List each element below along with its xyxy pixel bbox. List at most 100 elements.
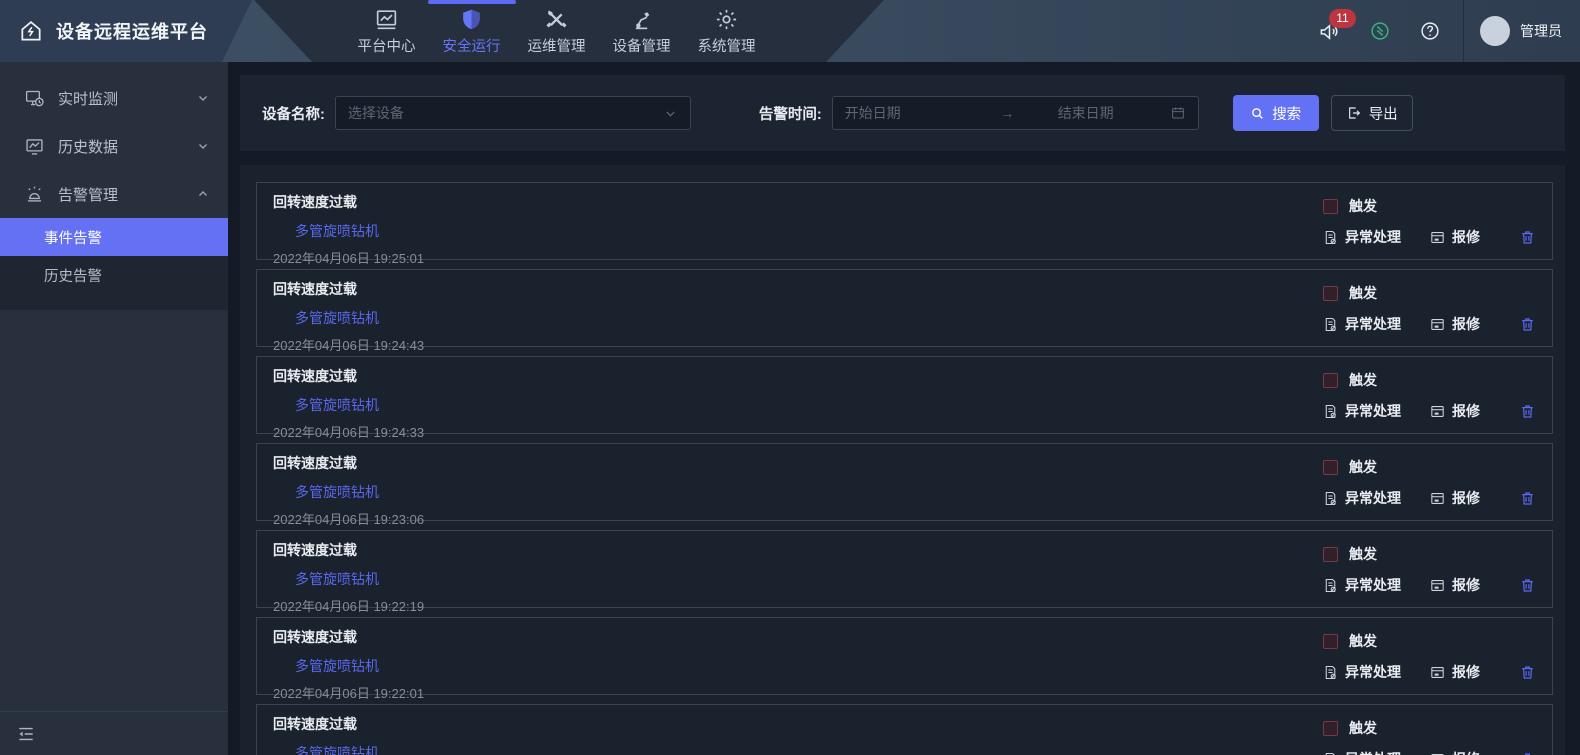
delete-button[interactable]: [1519, 403, 1536, 420]
alarm-row: 回转速度过载 多管旋喷钻机 2022年04月06日 19:24:43 触发: [256, 269, 1553, 347]
sidebar-item-2[interactable]: 告警管理: [0, 170, 228, 218]
repair-button[interactable]: 报修: [1429, 749, 1480, 755]
nav-tab-1[interactable]: 安全运行: [429, 0, 514, 62]
handle-exception-button[interactable]: 异常处理: [1322, 749, 1401, 755]
trash-icon: [1519, 664, 1536, 681]
document-check-icon: [1322, 316, 1339, 333]
trigger-status-chip: [1323, 547, 1338, 562]
device-select[interactable]: 选择设备: [335, 96, 691, 130]
repair-button[interactable]: 报修: [1429, 488, 1480, 508]
document-check-icon: [1322, 403, 1339, 420]
date-range-picker: →: [832, 96, 1199, 130]
work-order-icon: [1429, 751, 1446, 755]
history-data-icon: [24, 136, 45, 157]
handle-exception-button[interactable]: 异常处理: [1322, 401, 1401, 421]
trigger-label: 触发: [1349, 718, 1377, 738]
chevron-icon: [196, 91, 210, 105]
alarm-actions: 触发 异常处理: [1322, 631, 1536, 682]
screen-link-button[interactable]: [1369, 20, 1391, 42]
alarm-row: 回转速度过载 多管旋喷钻机 触发 异常处理: [256, 704, 1553, 755]
handle-exception-button[interactable]: 异常处理: [1322, 662, 1401, 682]
help-button[interactable]: [1419, 20, 1441, 42]
collapse-menu-icon: [16, 724, 36, 744]
alarm-row: 回转速度过载 多管旋喷钻机 2022年04月06日 19:22:19 触发: [256, 530, 1553, 608]
notification-badge: 11: [1329, 9, 1356, 28]
trigger-status-chip: [1323, 199, 1338, 214]
user-menu[interactable]: 管理员: [1480, 16, 1580, 46]
nav-tab-4[interactable]: 系统管理: [684, 0, 769, 62]
alarm-timestamp: 2022年04月06日 19:25:01: [273, 248, 1536, 267]
repair-button[interactable]: 报修: [1429, 314, 1480, 334]
repair-button[interactable]: 报修: [1429, 575, 1480, 595]
delete-button[interactable]: [1519, 229, 1536, 246]
sidebar-submenu: 事件告警历史告警: [0, 218, 228, 310]
handle-exception-button[interactable]: 异常处理: [1322, 314, 1401, 334]
document-check-icon: [1322, 664, 1339, 681]
nav-tab-2[interactable]: 运维管理: [514, 0, 599, 62]
repair-button[interactable]: 报修: [1429, 227, 1480, 247]
delete-button[interactable]: [1519, 751, 1536, 755]
alarm-timestamp: 2022年04月06日 19:22:19: [273, 596, 1536, 615]
alarm-device-link[interactable]: 多管旋喷钻机: [273, 743, 379, 755]
user-name: 管理员: [1520, 21, 1562, 41]
trigger-label: 触发: [1349, 370, 1377, 390]
platform-center-icon: [374, 6, 399, 32]
alarm-timestamp: 2022年04月06日 19:24:43: [273, 335, 1536, 354]
chevron-down-icon: [663, 106, 678, 121]
alarm-actions: 触发 异常处理: [1322, 283, 1536, 334]
alarm-device-link[interactable]: 多管旋喷钻机: [273, 482, 379, 502]
alarm-device-link[interactable]: 多管旋喷钻机: [273, 656, 379, 676]
alarm-device-link[interactable]: 多管旋喷钻机: [273, 569, 379, 589]
app-header: 设备远程运维平台 平台中心 安全运行 运维管理 设备管理 系统管理 11: [0, 0, 1580, 62]
alarm-device-link[interactable]: 多管旋喷钻机: [273, 395, 379, 415]
document-check-icon: [1322, 229, 1339, 246]
sidebar-subitem-1[interactable]: 历史告警: [0, 256, 228, 294]
alarm-actions: 触发 异常处理: [1322, 718, 1536, 755]
handle-exception-button[interactable]: 异常处理: [1322, 488, 1401, 508]
repair-button[interactable]: 报修: [1429, 662, 1480, 682]
sidebar-subitem-0[interactable]: 事件告警: [0, 218, 228, 256]
delete-button[interactable]: [1519, 577, 1536, 594]
trigger-status-chip: [1323, 460, 1338, 475]
search-icon: [1250, 106, 1265, 121]
sidebar-item-1[interactable]: 历史数据: [0, 122, 228, 170]
document-check-icon: [1322, 751, 1339, 755]
notification-button[interactable]: 11: [1318, 20, 1341, 43]
nav-tab-0[interactable]: 平台中心: [344, 0, 429, 62]
trigger-label: 触发: [1349, 544, 1377, 564]
chevron-icon: [196, 187, 210, 201]
alarm-row: 回转速度过载 多管旋喷钻机 2022年04月06日 19:25:01 触发: [256, 182, 1553, 260]
repair-button[interactable]: 报修: [1429, 401, 1480, 421]
export-button[interactable]: 导出: [1331, 95, 1413, 131]
collapse-sidebar-button[interactable]: [16, 724, 36, 744]
app-title: 设备远程运维平台: [56, 18, 208, 44]
device-name-label: 设备名称:: [262, 103, 325, 124]
alarm-device-link[interactable]: 多管旋喷钻机: [273, 221, 379, 241]
alarm-actions: 触发 异常处理: [1322, 370, 1536, 421]
realtime-monitor-icon: [24, 88, 45, 109]
handle-exception-button[interactable]: 异常处理: [1322, 575, 1401, 595]
start-date-input[interactable]: [845, 105, 957, 121]
delete-button[interactable]: [1519, 490, 1536, 507]
alarm-device-link[interactable]: 多管旋喷钻机: [273, 308, 379, 328]
delete-button[interactable]: [1519, 664, 1536, 681]
work-order-icon: [1429, 490, 1446, 507]
alarm-list: 回转速度过载 多管旋喷钻机 2022年04月06日 19:25:01 触发: [240, 165, 1565, 755]
work-order-icon: [1429, 403, 1446, 420]
delete-button[interactable]: [1519, 316, 1536, 333]
circle-s-icon: [1369, 20, 1391, 42]
sidebar-footer: [0, 711, 228, 755]
alarm-row: 回转速度过载 多管旋喷钻机 2022年04月06日 19:22:01 触发: [256, 617, 1553, 695]
alarm-timestamp: 2022年04月06日 19:22:01: [273, 683, 1536, 702]
filter-bar: 设备名称: 选择设备 告警时间: →: [240, 75, 1565, 151]
alarm-timestamp: 2022年04月06日 19:23:06: [273, 509, 1536, 528]
nav-tab-3[interactable]: 设备管理: [599, 0, 684, 62]
end-date-input[interactable]: [1058, 105, 1170, 121]
device-robot-icon: [629, 6, 654, 32]
main-content: 设备名称: 选择设备 告警时间: →: [228, 62, 1580, 755]
trash-icon: [1519, 490, 1536, 507]
search-button[interactable]: 搜索: [1233, 95, 1319, 131]
sidebar-item-0[interactable]: 实时监测: [0, 74, 228, 122]
sidebar: 实时监测 历史数据 告警管理 事件告警历史告警: [0, 62, 228, 755]
handle-exception-button[interactable]: 异常处理: [1322, 227, 1401, 247]
